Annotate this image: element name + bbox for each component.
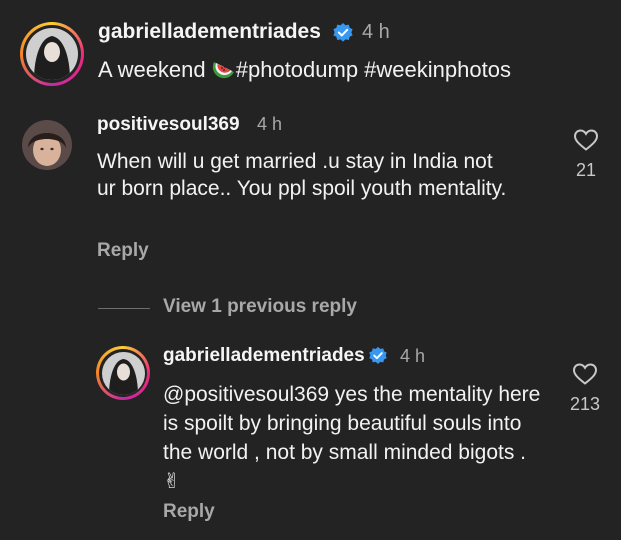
- verified-badge-icon: [369, 346, 387, 364]
- reply-button[interactable]: Reply: [163, 501, 215, 523]
- comment-text: When will u get married .u stay in India…: [97, 150, 507, 200]
- like-heart-icon[interactable]: [573, 128, 599, 152]
- reply-text: @positivesoul369 yes the mentality here …: [163, 383, 541, 493]
- like-count: 213: [569, 394, 601, 414]
- post-author-username[interactable]: gabrielladementriades: [98, 20, 321, 44]
- comment-time: 4 h: [257, 114, 283, 134]
- reply-button[interactable]: Reply: [97, 240, 149, 262]
- commenter-avatar[interactable]: [22, 120, 72, 170]
- like-count: 21: [575, 160, 597, 180]
- post-caption: A weekend #photodump #weekinphotos: [98, 56, 511, 85]
- post-author-avatar[interactable]: [20, 22, 84, 86]
- caption-hashtags[interactable]: #photodump #weekinphotos: [236, 57, 511, 82]
- post-time: 4 h: [362, 21, 390, 43]
- reply-author-avatar[interactable]: [96, 346, 150, 400]
- like-heart-icon[interactable]: [572, 362, 598, 386]
- view-previous-reply-button[interactable]: View 1 previous reply: [163, 296, 357, 318]
- reply-time: 4 h: [400, 346, 426, 366]
- watermelon-icon: [212, 62, 234, 79]
- reply-author-username[interactable]: gabrielladementriades: [163, 345, 365, 367]
- verified-badge-icon: [333, 23, 353, 42]
- commenter-username[interactable]: positivesoul369: [97, 114, 240, 136]
- caption-text-start: A weekend: [98, 57, 212, 82]
- view-replies-divider: [98, 308, 150, 309]
